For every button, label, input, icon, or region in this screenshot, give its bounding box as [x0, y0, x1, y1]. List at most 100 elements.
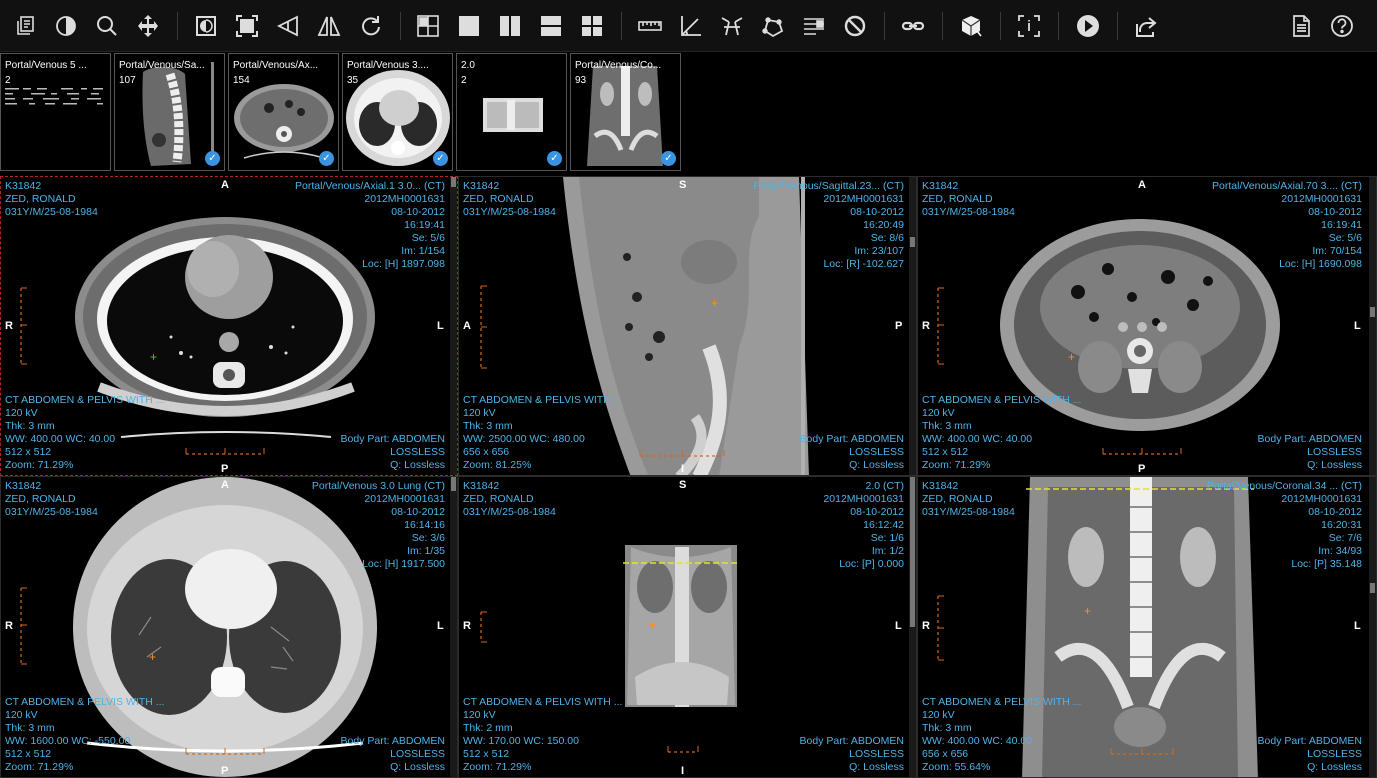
overlay-bottom-right: Body Part: ABDOMEN LOSSLESS Q: Lossless — [341, 735, 445, 774]
clear-icon[interactable] — [837, 8, 873, 44]
layout-2x1-icon[interactable] — [533, 8, 569, 44]
slice-location: Loc: [H] 1897.098 — [362, 258, 445, 270]
viewport-scrollbar[interactable] — [450, 477, 457, 777]
viewport-scout[interactable]: + K31842 ZED, RONALD 031Y/M/25-08-1984 2… — [458, 476, 917, 778]
vertical-scale-ruler — [937, 595, 944, 661]
info-icon[interactable] — [1011, 8, 1047, 44]
matrix-size: 512 x 512 — [5, 748, 52, 760]
horizontal-scale-ruler — [639, 450, 725, 457]
orientation-left: R — [5, 320, 13, 332]
layout-grid-icon[interactable] — [410, 8, 446, 44]
flip-vertical-icon[interactable] — [270, 8, 306, 44]
accession-number: 2012MH0001631 — [364, 193, 445, 205]
viewport-coronal[interactable]: + K31842 ZED, RONALD 031Y/M/25-08-1984 P… — [917, 476, 1377, 778]
orientation-left: R — [5, 620, 13, 632]
image-number: Im: 1/35 — [407, 545, 445, 557]
study-time: 16:20:49 — [863, 219, 904, 231]
series-description: Portal/Venous/Coronal.34 ... (CT) — [1206, 480, 1362, 492]
viewport-scrollbar[interactable] — [909, 177, 916, 475]
matrix-size: 512 x 512 — [463, 748, 510, 760]
viewport-scrollbar[interactable] — [1369, 477, 1376, 777]
invert-icon[interactable] — [188, 8, 224, 44]
kvp: 120 kV — [922, 709, 955, 721]
quality: Q: Lossless — [1307, 761, 1362, 773]
overlay-bottom-left: CT ABDOMEN & PELVIS WITH ... 120 kV Thk:… — [922, 394, 1081, 472]
fit-icon[interactable] — [229, 8, 265, 44]
ruler-icon[interactable] — [632, 8, 668, 44]
study-description: CT ABDOMEN & PELVIS WITH ... — [5, 394, 165, 406]
study-description: CT ABDOMEN & PELVIS WITH ... — [922, 394, 1082, 406]
series-number: Se: 8/6 — [870, 232, 904, 244]
window-level: WW: 400.00 WC: 40.00 — [5, 433, 116, 445]
zoom-level: Zoom: 81.25% — [463, 459, 532, 471]
play-icon[interactable] — [1070, 8, 1106, 44]
annotation-icon[interactable] — [796, 8, 832, 44]
series-description: Portal/Venous/Sagittal.23... (CT) — [753, 180, 904, 192]
thumbnail-title: Portal/Venous/Sa... — [119, 60, 205, 71]
cobb-angle-icon[interactable] — [714, 8, 750, 44]
patient-info: 031Y/M/25-08-1984 — [463, 206, 556, 218]
thumbnail-series[interactable]: Portal/Venous/Ax... 154 ✓ — [228, 53, 339, 171]
layout-1x1-icon[interactable] — [451, 8, 487, 44]
thumbnail-title: Portal/Venous/Co... — [575, 60, 662, 71]
study-time: 16:20:31 — [1321, 519, 1362, 531]
layout-1x2-icon[interactable] — [492, 8, 528, 44]
overlay-bottom-right: Body Part: ABDOMEN LOSSLESS Q: Lossless — [800, 735, 904, 774]
viewport-axial-lung[interactable]: + K31842 ZED, RONALD 031Y/M/25-08-1984 P… — [0, 476, 458, 778]
orientation-left: R — [922, 320, 930, 332]
slice-location: Loc: [P] 35.148 — [1291, 558, 1362, 570]
thumbnail-title: Portal/Venous 5 ... — [5, 60, 87, 71]
cube-3d-icon[interactable] — [953, 8, 989, 44]
viewport-sagittal[interactable]: + K31842 ZED, RONALD 031Y/M/25-08-1984 P… — [458, 176, 917, 476]
viewport-axial-chest[interactable]: + K31842 ZED, RONALD 031Y/M/25-08-1984 P… — [0, 176, 458, 476]
share-icon[interactable] — [1128, 8, 1164, 44]
report-icon[interactable] — [1283, 8, 1319, 44]
viewport-axial-abdomen[interactable]: + K31842 ZED, RONALD 031Y/M/25-08-1984 P… — [917, 176, 1377, 476]
overlay-top-left: K31842 ZED, RONALD 031Y/M/25-08-1984 — [5, 480, 98, 519]
slice-location: Loc: [P] 0.000 — [839, 558, 904, 570]
viewport-scrollbar[interactable] — [450, 177, 457, 475]
thumbnail-series[interactable]: Portal/Venous 3.... 35 ✓ — [342, 53, 453, 171]
quality: Q: Lossless — [849, 761, 904, 773]
thumbnail-series[interactable]: Portal/Venous/Co... 93 ✓ — [570, 53, 681, 171]
layout-2x2-icon[interactable] — [574, 8, 610, 44]
patient-info: 031Y/M/25-08-1984 — [5, 206, 98, 218]
horizontal-scale-ruler — [185, 448, 265, 455]
orientation-right: L — [437, 320, 444, 332]
vertical-scale-ruler — [937, 287, 944, 365]
orientation-bottom: I — [681, 463, 685, 475]
roi-icon[interactable] — [755, 8, 791, 44]
thumbnail-series[interactable]: Portal/Venous/Sa... 107 ✓ — [114, 53, 225, 171]
overlay-bottom-left: CT ABDOMEN & PELVIS WITH ... 120 kV Thk:… — [922, 696, 1081, 774]
patient-info: 031Y/M/25-08-1984 — [922, 206, 1015, 218]
kvp: 120 kV — [463, 407, 496, 419]
window-level: WW: 400.00 WC: 40.00 — [922, 735, 1033, 747]
selected-check-icon: ✓ — [661, 151, 676, 166]
flip-horizontal-icon[interactable] — [311, 8, 347, 44]
overlay-top-right: Portal/Venous/Coronal.34 ... (CT) 2012MH… — [1207, 480, 1362, 571]
compression: LOSSLESS — [390, 446, 445, 458]
thumbnail-series[interactable]: Portal/Venous 5 ... 2 — [0, 53, 111, 171]
angle-icon[interactable] — [673, 8, 709, 44]
thumbnail-series[interactable]: 2.0 2 ✓ — [456, 53, 567, 171]
link-icon[interactable] — [895, 8, 931, 44]
vertical-scale-ruler — [480, 285, 487, 369]
patient-id: K31842 — [5, 180, 42, 192]
study-description: CT ABDOMEN & PELVIS WITH ... — [922, 696, 1082, 708]
patient-id: K31842 — [922, 180, 959, 192]
overlay-top-right: Portal/Venous/Sagittal.23... (CT) 2012MH… — [753, 180, 904, 271]
accession-number: 2012MH0001631 — [364, 493, 445, 505]
body-part: Body Part: ABDOMEN — [799, 735, 904, 747]
pan-icon[interactable] — [130, 8, 166, 44]
window-level: WW: 1600.00 WC: -550.00 — [5, 735, 131, 747]
help-icon[interactable] — [1324, 8, 1360, 44]
rotate-icon[interactable] — [352, 8, 388, 44]
series-stack-icon[interactable] — [8, 8, 44, 44]
contrast-icon[interactable] — [48, 8, 84, 44]
zoom-icon[interactable] — [89, 8, 125, 44]
viewport-scrollbar[interactable] — [1369, 177, 1376, 475]
thumbnail-count: 107 — [119, 75, 136, 86]
viewport-scrollbar[interactable] — [909, 477, 916, 777]
overlay-bottom-right: Body Part: ABDOMEN LOSSLESS Q: Lossless — [341, 433, 445, 472]
horizontal-scale-ruler — [1110, 748, 1174, 755]
